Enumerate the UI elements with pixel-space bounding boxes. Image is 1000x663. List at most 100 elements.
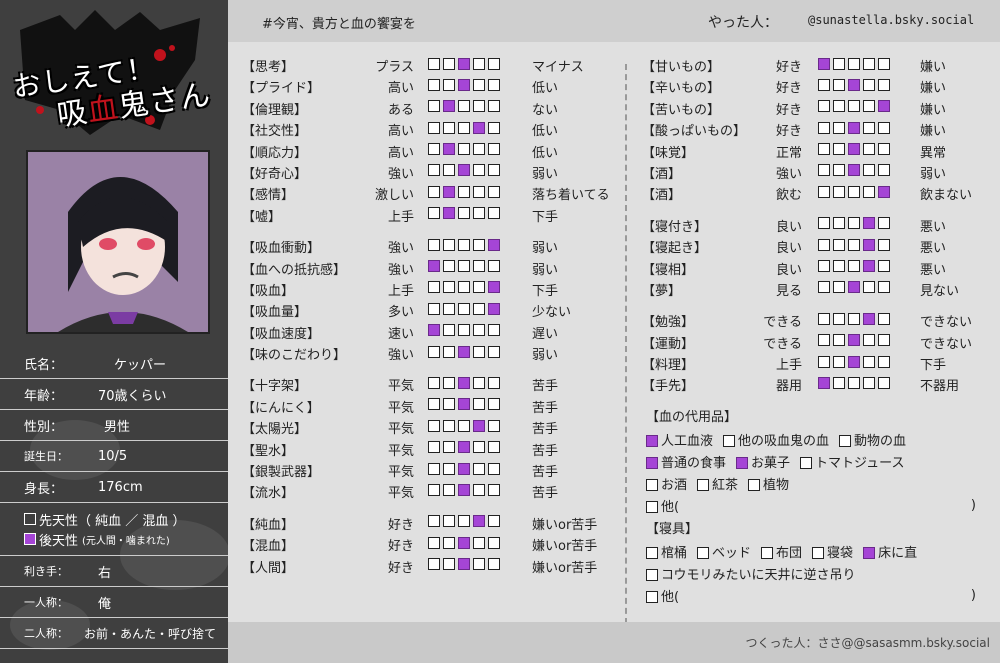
scale-checkbox[interactable]: [458, 78, 470, 91]
scale-checkbox[interactable]: [473, 302, 485, 315]
substitute-other-checkbox[interactable]: [646, 501, 658, 513]
scale-checkbox[interactable]: [833, 238, 845, 251]
option-checkbox[interactable]: [646, 435, 658, 447]
scale-checkbox[interactable]: [428, 419, 440, 432]
option-checkbox[interactable]: [697, 547, 710, 559]
scale-checkbox[interactable]: [428, 238, 440, 251]
option-checkbox[interactable]: [761, 547, 774, 559]
scale-checkbox[interactable]: [863, 334, 875, 347]
scale-checkbox[interactable]: [443, 398, 455, 411]
scale-checkbox[interactable]: [458, 419, 470, 432]
scale-checkbox[interactable]: [488, 483, 500, 496]
scale-checkbox[interactable]: [443, 515, 455, 528]
scale-checkbox[interactable]: [458, 121, 470, 134]
option-item[interactable]: 紅茶: [697, 474, 738, 493]
scale-checkbox[interactable]: [833, 78, 845, 91]
scale-checkbox[interactable]: [833, 217, 845, 230]
scale-checkbox[interactable]: [473, 121, 485, 134]
scale-checkbox[interactable]: [488, 324, 500, 337]
scale-checkbox[interactable]: [458, 515, 470, 528]
option-item[interactable]: 他の吸血鬼の血: [723, 430, 829, 449]
scale-checkbox[interactable]: [488, 281, 500, 294]
option-checkbox[interactable]: [839, 435, 852, 447]
scale-checkbox[interactable]: [863, 217, 875, 230]
option-checkbox[interactable]: [646, 479, 658, 491]
scale-checkbox[interactable]: [863, 312, 875, 325]
scale-checkbox[interactable]: [488, 185, 500, 198]
scale-checkbox[interactable]: [878, 376, 890, 389]
scale-checkbox[interactable]: [473, 100, 485, 113]
scale-checkbox[interactable]: [473, 441, 485, 454]
scale-checkbox[interactable]: [428, 398, 440, 411]
scale-checkbox[interactable]: [863, 121, 875, 134]
scale-checkbox[interactable]: [818, 217, 830, 230]
scale-checkbox[interactable]: [428, 100, 440, 113]
scale-checkbox[interactable]: [833, 312, 845, 325]
scale-checkbox[interactable]: [878, 100, 890, 113]
scale-checkbox[interactable]: [473, 345, 485, 358]
scale-checkbox[interactable]: [428, 260, 440, 273]
origin-after-checkbox[interactable]: [24, 533, 36, 545]
option-item[interactable]: 普通の食事: [646, 452, 726, 471]
option-checkbox[interactable]: [736, 457, 749, 469]
scale-checkbox[interactable]: [428, 78, 440, 91]
scale-checkbox[interactable]: [848, 312, 860, 325]
scale-checkbox[interactable]: [473, 57, 485, 70]
scale-checkbox[interactable]: [488, 143, 500, 156]
scale-checkbox[interactable]: [458, 281, 470, 294]
scale-checkbox[interactable]: [428, 207, 440, 220]
scale-checkbox[interactable]: [833, 281, 845, 294]
scale-checkbox[interactable]: [818, 78, 830, 91]
scale-checkbox[interactable]: [848, 334, 860, 347]
scale-checkbox[interactable]: [863, 78, 875, 91]
option-checkbox[interactable]: [863, 547, 876, 559]
scale-checkbox[interactable]: [428, 345, 440, 358]
option-item[interactable]: 動物の血: [839, 430, 906, 449]
scale-checkbox[interactable]: [863, 57, 875, 70]
scale-checkbox[interactable]: [488, 419, 500, 432]
scale-checkbox[interactable]: [848, 143, 860, 156]
scale-checkbox[interactable]: [848, 355, 860, 368]
option-item[interactable]: お酒: [646, 474, 687, 493]
option-item[interactable]: ベッド: [697, 542, 751, 561]
scale-checkbox[interactable]: [473, 238, 485, 251]
scale-checkbox[interactable]: [428, 324, 440, 337]
scale-checkbox[interactable]: [848, 100, 860, 113]
scale-checkbox[interactable]: [458, 483, 470, 496]
scale-checkbox[interactable]: [863, 100, 875, 113]
scale-checkbox[interactable]: [443, 143, 455, 156]
scale-checkbox[interactable]: [848, 78, 860, 91]
scale-checkbox[interactable]: [878, 143, 890, 156]
scale-checkbox[interactable]: [458, 207, 470, 220]
option-item[interactable]: 植物: [748, 474, 789, 493]
scale-checkbox[interactable]: [458, 441, 470, 454]
scale-checkbox[interactable]: [443, 345, 455, 358]
option-item[interactable]: 布団: [761, 542, 802, 561]
scale-checkbox[interactable]: [878, 238, 890, 251]
scale-checkbox[interactable]: [488, 164, 500, 177]
scale-checkbox[interactable]: [488, 398, 500, 411]
scale-checkbox[interactable]: [443, 121, 455, 134]
scale-checkbox[interactable]: [428, 302, 440, 315]
option-item[interactable]: コウモリみたいに天井に逆さ吊り: [646, 564, 855, 583]
scale-checkbox[interactable]: [458, 302, 470, 315]
scale-checkbox[interactable]: [848, 121, 860, 134]
scale-checkbox[interactable]: [488, 462, 500, 475]
scale-checkbox[interactable]: [428, 558, 440, 571]
option-checkbox[interactable]: [723, 435, 736, 447]
scale-checkbox[interactable]: [473, 324, 485, 337]
scale-checkbox[interactable]: [443, 483, 455, 496]
option-item[interactable]: お菓子: [736, 452, 790, 471]
scale-checkbox[interactable]: [488, 515, 500, 528]
scale-checkbox[interactable]: [443, 78, 455, 91]
scale-checkbox[interactable]: [428, 143, 440, 156]
option-item[interactable]: 床に直: [863, 542, 917, 561]
scale-checkbox[interactable]: [878, 334, 890, 347]
scale-checkbox[interactable]: [833, 376, 845, 389]
scale-checkbox[interactable]: [428, 57, 440, 70]
scale-checkbox[interactable]: [458, 238, 470, 251]
scale-checkbox[interactable]: [878, 355, 890, 368]
scale-checkbox[interactable]: [473, 207, 485, 220]
scale-checkbox[interactable]: [848, 376, 860, 389]
scale-checkbox[interactable]: [488, 260, 500, 273]
